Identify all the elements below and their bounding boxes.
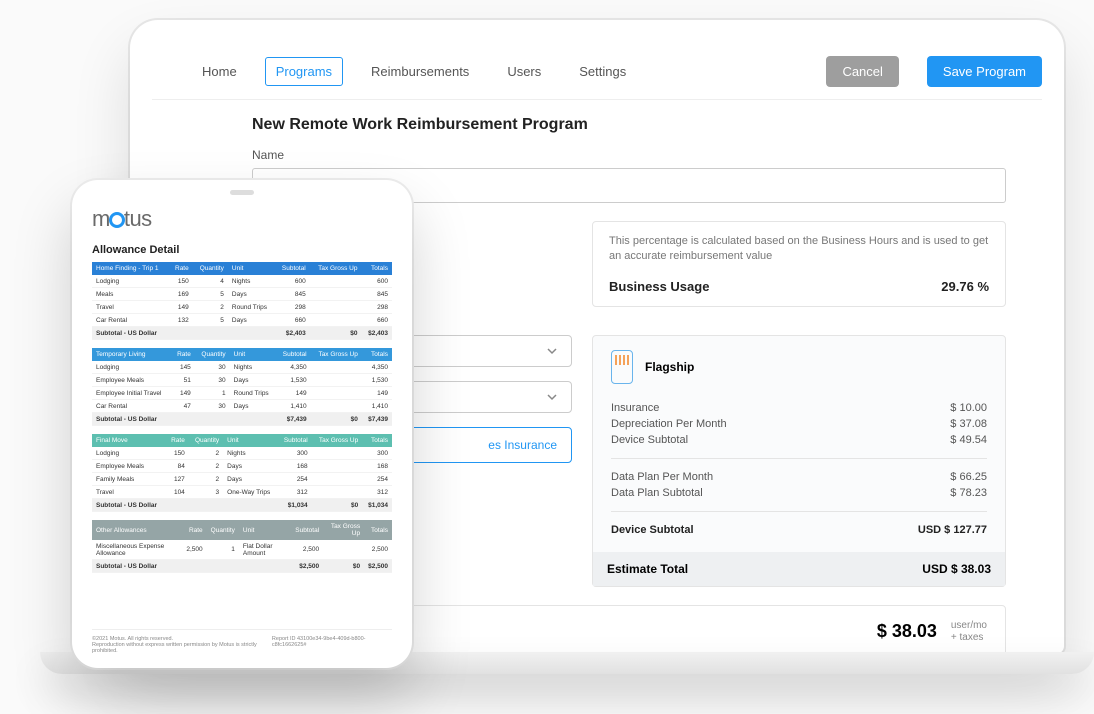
kv-val: $ 10.00 (950, 402, 987, 414)
chevron-down-icon (547, 346, 557, 356)
kv-key: Depreciation Per Month (611, 418, 727, 430)
nav-settings[interactable]: Settings (569, 58, 636, 85)
motus-logo: mtus (92, 206, 392, 232)
table-home-finding: Home Finding - Trip 1RateQuantityUnitSub… (92, 262, 392, 340)
name-label: Name (252, 148, 1006, 162)
top-nav: Home Programs Reimbursements Users Setti… (152, 44, 1042, 100)
table-final-move: Final MoveRateQuantityUnitSubtotalTax Gr… (92, 434, 392, 512)
business-usage-label: Business Usage (609, 279, 709, 294)
nav-programs[interactable]: Programs (265, 57, 343, 86)
info-text: This percentage is calculated based on t… (609, 234, 989, 265)
business-usage-card: This percentage is calculated based on t… (592, 221, 1006, 307)
cancel-button[interactable]: Cancel (826, 56, 898, 87)
kv-val: USD $ 127.77 (918, 524, 987, 536)
phone-icon (611, 350, 633, 384)
kv-val: $ 49.54 (950, 434, 987, 446)
kv-val: $ 66.25 (950, 471, 987, 483)
page-title: New Remote Work Reimbursement Program (252, 116, 1006, 134)
report-id: Report ID 43100e34-9be4-409d-b800-c8fc16… (272, 636, 392, 654)
save-program-button[interactable]: Save Program (927, 56, 1042, 87)
nav-users[interactable]: Users (497, 58, 551, 85)
kv-key: Insurance (611, 402, 659, 414)
tablet-device: mtus Allowance Detail Home Finding - Tri… (72, 180, 412, 668)
kv-key: Device Subtotal (611, 524, 694, 536)
estimate-value: USD $ 38.03 (922, 562, 991, 576)
kv-key: Data Plan Per Month (611, 471, 713, 483)
flagship-title: Flagship (645, 360, 694, 374)
business-usage-value: 29.76 % (941, 279, 989, 294)
allowance-detail-heading: Allowance Detail (92, 244, 392, 256)
kv-val: $ 78.23 (950, 487, 987, 499)
table-temporary-living: Temporary LivingRateQuantityUnitSubtotal… (92, 348, 392, 426)
tablet-footer: ©2021 Motus. All rights reserved. Reprod… (92, 629, 392, 654)
chevron-down-icon (547, 392, 557, 402)
kv-key: Data Plan Subtotal (611, 487, 703, 499)
kv-val: $ 37.08 (950, 418, 987, 430)
table-other-allowances: Other AllowancesRateQuantityUnitSubtotal… (92, 520, 392, 573)
summary-unit: user/mo+ taxes (951, 620, 987, 644)
nav-reimbursements[interactable]: Reimbursements (361, 58, 479, 85)
nav-home[interactable]: Home (192, 58, 247, 85)
kv-key: Device Subtotal (611, 434, 688, 446)
estimate-label: Estimate Total (607, 562, 688, 576)
flagship-panel: Flagship Insurance $ 10.00 Depreciation P… (592, 335, 1006, 587)
tablet-notch (230, 190, 254, 195)
summary-value: $ 38.03 (877, 621, 937, 642)
